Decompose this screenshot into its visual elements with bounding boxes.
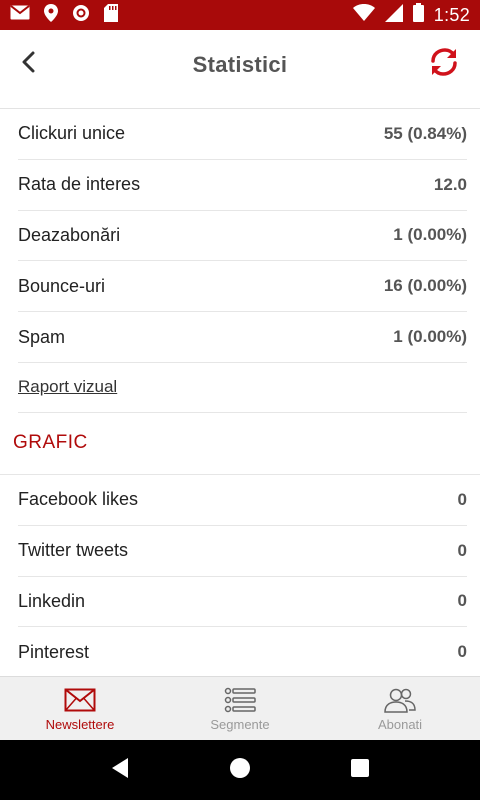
nav-label: Segmente bbox=[210, 717, 270, 732]
refresh-icon bbox=[429, 47, 459, 81]
back-arrow-icon bbox=[21, 51, 35, 78]
visual-report-link[interactable]: Raport vizual bbox=[18, 377, 117, 397]
status-left-icons bbox=[10, 3, 118, 27]
social-label: Pinterest bbox=[18, 641, 90, 662]
sd-card-icon bbox=[104, 3, 118, 27]
stat-label: Deazabonări bbox=[18, 224, 121, 245]
envelope-icon bbox=[64, 685, 96, 715]
social-label: Twitter tweets bbox=[18, 540, 129, 561]
stat-value: 1 (0.00%) bbox=[393, 225, 467, 245]
refresh-button[interactable] bbox=[428, 47, 460, 81]
status-bar: 1:52 bbox=[0, 0, 480, 30]
stat-label: Spam bbox=[18, 326, 66, 347]
triangle-back-icon bbox=[110, 757, 130, 784]
social-row-twitter: Twitter tweets 0 bbox=[18, 526, 467, 577]
system-home-button[interactable] bbox=[220, 750, 260, 790]
social-value: 0 bbox=[457, 489, 467, 509]
circle-home-icon bbox=[229, 757, 251, 784]
stat-row-unique-clicks: Clickuri unice 55 (0.84%) bbox=[18, 109, 467, 160]
location-icon bbox=[44, 3, 58, 27]
stat-label: Rata de interes bbox=[18, 174, 141, 195]
system-nav-bar bbox=[0, 740, 480, 800]
record-icon bbox=[72, 4, 90, 27]
list-icon bbox=[224, 685, 256, 715]
social-row-facebook: Facebook likes 0 bbox=[18, 475, 467, 526]
stat-row-bounces: Bounce-uri 16 (0.00%) bbox=[18, 261, 467, 313]
social-label: Facebook likes bbox=[18, 489, 139, 510]
stat-value: 1 (0.00%) bbox=[393, 327, 467, 347]
nav-subscribers[interactable]: Abonati bbox=[320, 677, 480, 740]
statistics-content: Clickuri unice 55 (0.84%) Rata de intere… bbox=[0, 108, 480, 676]
signal-icon bbox=[384, 3, 403, 27]
social-label: Linkedin bbox=[18, 590, 86, 611]
section-title: GRAFIC bbox=[13, 432, 88, 454]
status-right-icons: 1:52 bbox=[352, 3, 470, 27]
gmail-icon bbox=[10, 5, 30, 25]
users-icon bbox=[383, 685, 417, 715]
stat-value: 16 (0.00%) bbox=[383, 276, 467, 296]
stat-value: 12.0 bbox=[433, 174, 467, 194]
status-time: 1:52 bbox=[433, 4, 470, 25]
square-recents-icon bbox=[350, 758, 370, 783]
nav-segments[interactable]: Segmente bbox=[160, 677, 320, 740]
stat-row-spam: Spam 1 (0.00%) bbox=[18, 312, 467, 363]
stat-value: 55 (0.84%) bbox=[383, 123, 467, 143]
app-header: Statistici bbox=[0, 30, 480, 100]
nav-label: Newslettere bbox=[45, 717, 115, 732]
social-row-pinterest: Pinterest 0 bbox=[18, 627, 467, 676]
bottom-nav: Newslettere Segmente Abonati bbox=[0, 676, 480, 740]
social-row-linkedin: Linkedin 0 bbox=[18, 577, 467, 628]
section-header-grafic: GRAFIC bbox=[0, 413, 480, 475]
wifi-icon bbox=[352, 4, 375, 26]
stat-row-unsubscribes: Deazabonări 1 (0.00%) bbox=[18, 211, 467, 262]
stat-label: Clickuri unice bbox=[18, 123, 126, 144]
system-recents-button[interactable] bbox=[340, 750, 380, 790]
social-value: 0 bbox=[457, 591, 467, 611]
battery-icon bbox=[412, 3, 424, 27]
nav-newsletters[interactable]: Newslettere bbox=[0, 677, 160, 740]
page-title: Statistici bbox=[192, 52, 288, 77]
stat-row-interest-rate: Rata de interes 12.0 bbox=[18, 160, 467, 211]
system-back-button[interactable] bbox=[100, 750, 140, 790]
stat-label: Bounce-uri bbox=[18, 275, 106, 296]
nav-label: Abonati bbox=[377, 717, 423, 732]
back-button[interactable] bbox=[14, 50, 42, 78]
social-value: 0 bbox=[457, 642, 467, 662]
social-value: 0 bbox=[457, 540, 467, 560]
visual-report-row: Raport vizual bbox=[18, 363, 467, 413]
